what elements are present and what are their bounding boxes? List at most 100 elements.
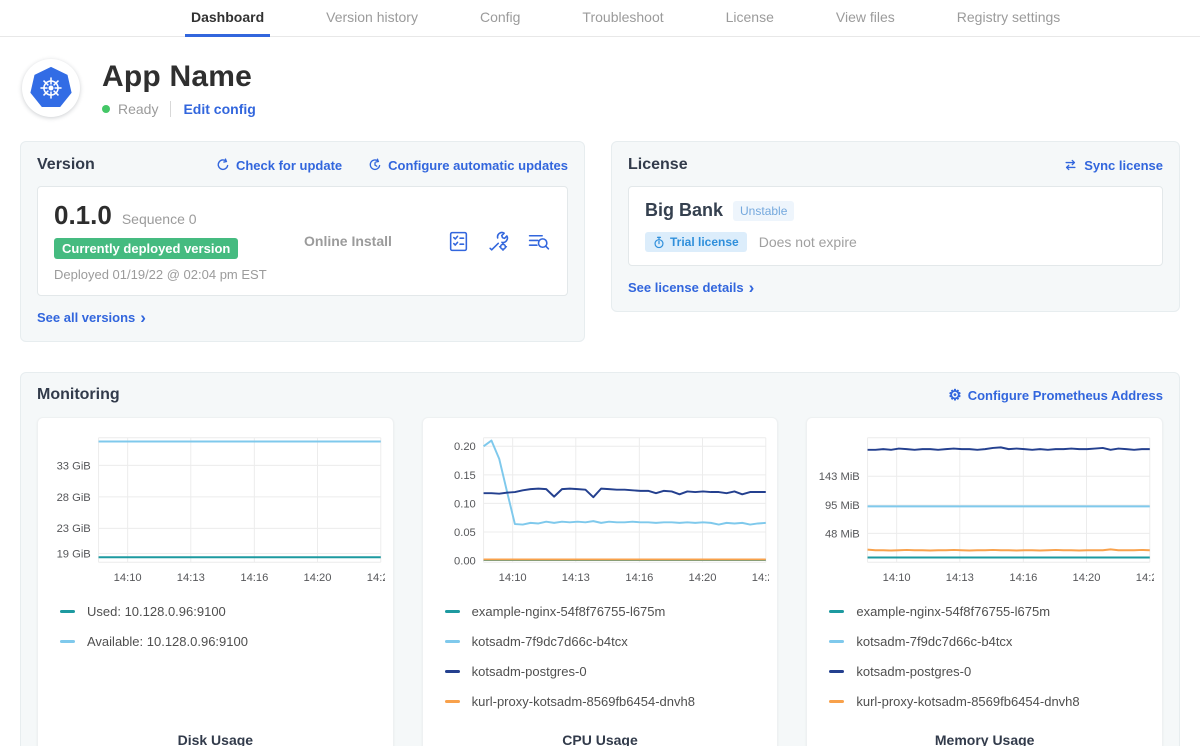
svg-text:19 GiB: 19 GiB [57,548,91,560]
version-number: 0.1.0 [54,200,112,231]
see-all-versions-link[interactable]: See all versions › [37,309,146,326]
clock-refresh-icon [368,158,382,172]
configure-prometheus-button[interactable]: ⚙ Configure Prometheus Address [948,388,1163,403]
current-version-card: 0.1.0 Sequence 0 Currently deployed vers… [37,186,568,296]
license-expiry-text: Does not expire [759,234,857,250]
disk-usage-chart: 19 GiB23 GiB28 GiB33 GiB14:1014:1314:161… [46,428,385,590]
refresh-icon [216,158,230,172]
svg-text:14:10: 14:10 [498,572,526,584]
svg-text:143 MiB: 143 MiB [819,471,860,483]
legend-color-dash-icon [445,640,460,643]
memory-usage-legend: example-nginx-54f8f76755-l675m kotsadm-7f… [829,604,1154,724]
version-sequence: Sequence 0 [122,211,197,227]
legend-label: kotsadm-postgres-0 [472,664,587,679]
legend-item: Available: 10.128.0.96:9100 [60,634,385,649]
legend-item: kotsadm-postgres-0 [445,664,770,679]
svg-text:14:13: 14:13 [946,572,974,584]
chevron-right-icon: › [140,309,146,326]
memory-usage-chart: 48 MiB 95 MiB 143 MiB 14:10 14:13 14:16 14:20 1… [815,428,1154,590]
svg-text:0.00: 0.00 [454,555,476,567]
trial-license-badge: Trial license [645,232,747,252]
channel-badge: Unstable [733,201,794,221]
legend-color-dash-icon [60,610,75,613]
svg-text:14:10: 14:10 [883,572,911,584]
cpu-usage-card: 0.000.050.100.150.2014:1014:1314:1614:20… [422,417,779,746]
legend-item: kurl-proxy-kotsadm-8569fb6454-dnvh8 [445,694,770,709]
legend-label: example-nginx-54f8f76755-l675m [856,604,1050,619]
legend-label: kotsadm-7f9dc7d66c-b4tcx [472,634,628,649]
see-license-details-link[interactable]: See license details › [628,279,754,296]
monitoring-title: Monitoring [37,386,120,404]
svg-text:14:23: 14:23 [1136,572,1154,584]
license-card-title: License [628,156,688,174]
sync-license-button[interactable]: Sync license [1063,158,1163,173]
svg-text:14:16: 14:16 [625,572,653,584]
edit-config-link[interactable]: Edit config [183,101,255,117]
legend-color-dash-icon [829,640,844,643]
version-card: Version Check for update Configure autom… [20,141,585,342]
cpu-usage-legend: example-nginx-54f8f76755-l675m kotsadm-7f… [445,604,770,724]
chart-title: CPU Usage [431,724,770,746]
version-card-title: Version [37,156,95,174]
legend-color-dash-icon [829,670,844,673]
svg-text:14:13: 14:13 [177,572,205,584]
tab-dashboard[interactable]: Dashboard [185,0,270,37]
divider [170,101,171,117]
license-card: License Sync license Big Bank Unstable [611,141,1180,312]
preflight-checks-icon[interactable] [447,230,470,253]
tab-view-files[interactable]: View files [830,0,901,37]
chart-title: Disk Usage [46,724,385,746]
tab-version-history[interactable]: Version history [320,0,424,37]
app-header: App Name Ready Edit config [0,37,1200,117]
svg-text:14:16: 14:16 [1010,572,1038,584]
tab-config[interactable]: Config [474,0,526,37]
legend-item: example-nginx-54f8f76755-l675m [829,604,1154,619]
legend-label: kotsadm-7f9dc7d66c-b4tcx [856,634,1012,649]
legend-label: example-nginx-54f8f76755-l675m [472,604,666,619]
svg-text:48 MiB: 48 MiB [825,528,860,540]
legend-color-dash-icon [445,700,460,703]
memory-usage-card: 48 MiB 95 MiB 143 MiB 14:10 14:13 14:16 14:20 1… [806,417,1163,746]
legend-label: kotsadm-postgres-0 [856,664,971,679]
license-customer-name: Big Bank [645,200,723,221]
config-wrench-icon[interactable] [487,230,510,253]
gear-icon: ⚙ [948,388,961,403]
check-for-update-button[interactable]: Check for update [216,158,342,173]
legend-label: Used: 10.128.0.96:9100 [87,604,226,619]
disk-usage-card: 19 GiB23 GiB28 GiB33 GiB14:1014:1314:161… [37,417,394,746]
legend-item: kotsadm-postgres-0 [829,664,1154,679]
svg-text:28 GiB: 28 GiB [57,492,91,504]
legend-label: Available: 10.128.0.96:9100 [87,634,248,649]
svg-text:14:20: 14:20 [1073,572,1101,584]
svg-text:0.15: 0.15 [454,470,476,482]
svg-text:0.20: 0.20 [454,441,476,453]
svg-text:95 MiB: 95 MiB [825,500,860,512]
page-title: App Name [102,60,256,94]
top-nav: Dashboard Version history Config Trouble… [0,0,1200,37]
legend-item: kurl-proxy-kotsadm-8569fb6454-dnvh8 [829,694,1154,709]
legend-color-dash-icon [829,610,844,613]
legend-label: kurl-proxy-kotsadm-8569fb6454-dnvh8 [856,694,1079,709]
sync-arrows-icon [1063,158,1078,172]
legend-color-dash-icon [445,610,460,613]
svg-text:33 GiB: 33 GiB [57,460,91,472]
deployed-timestamp: Deployed 01/19/22 @ 02:04 pm EST [54,267,304,282]
svg-text:14:20: 14:20 [304,572,332,584]
legend-label: kurl-proxy-kotsadm-8569fb6454-dnvh8 [472,694,695,709]
svg-text:14:23: 14:23 [367,572,385,584]
legend-color-dash-icon [445,670,460,673]
tab-registry-settings[interactable]: Registry settings [951,0,1066,37]
tab-troubleshoot[interactable]: Troubleshoot [576,0,669,37]
tab-license[interactable]: License [720,0,780,37]
app-status-text: Ready [118,101,158,117]
svg-text:0.10: 0.10 [454,498,476,510]
configure-automatic-updates-button[interactable]: Configure automatic updates [368,158,568,173]
cpu-usage-chart: 0.000.050.100.150.2014:1014:1314:1614:20… [431,428,770,590]
view-logs-icon[interactable] [527,230,551,253]
legend-item: kotsadm-7f9dc7d66c-b4tcx [829,634,1154,649]
svg-text:23 GiB: 23 GiB [57,523,91,535]
ready-status-dot-icon [102,105,110,113]
currently-deployed-badge: Currently deployed version [54,238,238,259]
monitoring-panel: Monitoring ⚙ Configure Prometheus Addres… [20,372,1180,746]
svg-text:14:13: 14:13 [561,572,589,584]
